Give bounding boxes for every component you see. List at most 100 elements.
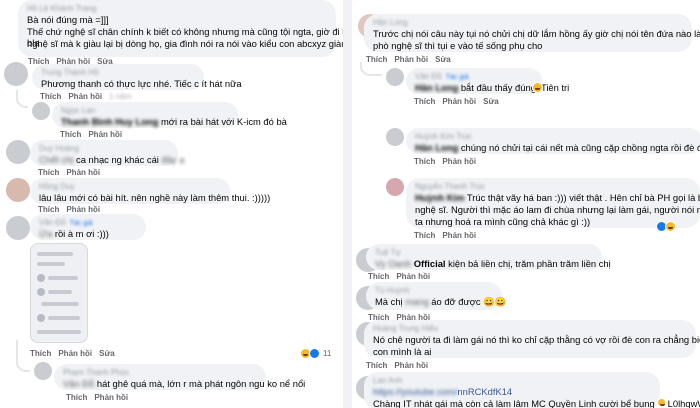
like-button[interactable]: Thích	[38, 205, 59, 214]
comment-actions: Thích Phản hồi	[66, 393, 135, 402]
like-button[interactable]: Thích	[414, 231, 435, 240]
avatar[interactable]	[34, 362, 52, 380]
comment-bubble: Tuệ Tự Vy Oanh Official kiện bả liền chị…	[366, 244, 611, 270]
comment-bubble: Vân Đỗ Tác giả Hân Long bắt đầu thấy đúng…	[406, 68, 569, 94]
comment-actions: Thích Phản hồi	[366, 361, 435, 370]
like-button[interactable]: Thích	[66, 393, 87, 402]
mention-link[interactable]: Huỳnh Kim	[415, 192, 464, 203]
comment-bubble: Tú Huỳnh Mà chị mang áo đỡ được 😀😀	[366, 282, 507, 310]
reply-connector	[16, 90, 28, 108]
reply-connector	[360, 62, 382, 76]
like-button[interactable]: Thích	[414, 157, 435, 166]
commenter-name[interactable]: Hồ Lệ Khánh Trang	[27, 4, 327, 14]
mention-link[interactable]: Official	[414, 258, 446, 269]
reply-button[interactable]: Phản hồi	[442, 97, 476, 106]
laugh-reaction-icon	[532, 82, 543, 93]
comment-text: bắt đầu thấy đúng. Tiên tri	[460, 82, 570, 93]
reaction-summary[interactable]: 11	[300, 348, 331, 359]
commenter-name[interactable]: Lan Anh	[373, 376, 651, 386]
comment-bubble: Trung Thành Hồ Phương thanh có thực lực …	[32, 64, 242, 90]
attached-screenshot[interactable]	[30, 243, 88, 343]
comment-text: bla	[27, 37, 40, 48]
comment-text: Phương thanh có thực lực nhé. Tiếc c ít …	[41, 78, 242, 89]
avatar[interactable]	[6, 140, 30, 164]
commenter-name[interactable]: Nguyễn Thanh Trúc	[415, 182, 691, 192]
comment-text: kiện bả liền chị, trăm phần trăm liền ch…	[445, 258, 611, 269]
comment-text: Thế chứ nghệ sĩ chân chính k biết có khô…	[27, 26, 343, 37]
blurred-link[interactable]: https://youtube.com/	[373, 386, 457, 397]
comment-actions: Thích Phản hồi	[38, 205, 107, 214]
link-text[interactable]: nnRCKdfK14	[457, 386, 512, 397]
commenter-name[interactable]: Hoàng Trung Hiếu	[373, 324, 687, 334]
reaction-summary[interactable]	[656, 221, 676, 232]
comment-text: chúng nó chửi tại cái nết mà cũng cặp ch…	[460, 142, 700, 153]
edit-button[interactable]: Sửa	[483, 97, 499, 106]
comment-actions: Thích Phản hồi	[38, 168, 107, 177]
comment-text: mới ra bài hát với K-icm đó bà	[158, 116, 287, 127]
blurred-text: mang	[405, 296, 429, 307]
commenter-name[interactable]: Trung Thành Hồ	[41, 68, 195, 78]
comment-text: ta nhưng hoá ra mình cũng chả khác gì :)…	[415, 216, 591, 227]
mention-link[interactable]: Hân Long	[415, 142, 458, 153]
reply-button[interactable]: Phản hồi	[94, 393, 128, 402]
comment-text: hát ghê quá mà, lớn r mà phát ngôn ngu k…	[96, 378, 306, 389]
reply-button[interactable]: Phản hồi	[88, 130, 122, 139]
avatar[interactable]	[386, 128, 404, 146]
commenter-name[interactable]: Hân Long	[373, 18, 683, 28]
mention-link[interactable]: Thanh Bình Huy Long	[61, 116, 158, 127]
comment-text: Mà chị	[375, 296, 403, 307]
edit-button[interactable]: Sửa	[435, 55, 451, 64]
commenter-name[interactable]: Vân Đỗ	[39, 218, 66, 227]
blurred-text: Ừa	[39, 228, 53, 239]
reply-button[interactable]: Phản hồi	[394, 361, 428, 370]
avatar[interactable]	[32, 102, 50, 120]
comment-bubble: Hồng Duy lâu lâu mới có bài hít. nên ngh…	[30, 178, 271, 204]
comment-text: Chàng IT nhát gái mà còn cả làm lâm MC Q…	[373, 398, 655, 408]
reply-button[interactable]: Phản hồi	[68, 92, 102, 101]
reply-button[interactable]: Phản hồi	[442, 231, 476, 240]
avatar[interactable]	[4, 62, 28, 86]
commenter-name[interactable]: Duy Hoàng	[39, 144, 169, 154]
comment-time[interactable]: 1 năm	[109, 92, 131, 101]
like-button[interactable]: Thích	[60, 130, 81, 139]
comment-actions: Thích Phản hồi	[414, 157, 483, 166]
commenter-name[interactable]: Tú Huỳnh	[375, 286, 493, 296]
comment-text: L0lhqwW	[667, 398, 700, 408]
panel-divider	[343, 0, 352, 408]
edit-button[interactable]: Sửa	[99, 349, 115, 358]
reply-button[interactable]: Phản hồi	[396, 272, 430, 281]
avatar[interactable]	[6, 178, 30, 202]
comment-text: áo đỡ được 😀😀	[431, 296, 507, 307]
comment-text: lâu lâu mới có bài hít. nên nghề này làm…	[39, 192, 271, 203]
reaction-summary[interactable]	[532, 82, 543, 93]
comment-text: Trúc thật vãy há ban :))) viết thật . Hê…	[464, 192, 700, 203]
like-button[interactable]: Thích	[366, 361, 387, 370]
avatar[interactable]	[386, 68, 404, 86]
comment-bubble: Huỳnh Kim Trúc Hân Long chúng nó chửi tạ…	[406, 128, 700, 154]
commenter-name[interactable]: Phạm Thanh Phúc	[63, 368, 257, 378]
avatar[interactable]	[6, 216, 30, 240]
mention-link[interactable]: Hân Long	[415, 82, 458, 93]
commenter-name[interactable]: Tuệ Tự	[375, 248, 593, 258]
like-button[interactable]: Thích	[30, 349, 51, 358]
comment-bubble: Ngọc Lan Thanh Bình Huy Long mới ra bài …	[52, 102, 287, 128]
commenter-name[interactable]: Ngọc Lan	[61, 106, 229, 116]
comment-actions: Thích Phản hồi Sửa	[30, 349, 122, 358]
commenter-name[interactable]: Hồng Duy	[39, 182, 221, 192]
commenter-name[interactable]: Vân Đỗ	[415, 72, 442, 81]
commenter-name[interactable]: Huỳnh Kim Trúc	[415, 132, 693, 142]
reply-button[interactable]: Phản hồi	[442, 157, 476, 166]
reply-button[interactable]: Phản hồi	[394, 55, 428, 64]
comment-text: Trước chị nói câu này tụi nó chửi chị dữ…	[373, 28, 700, 39]
avatar[interactable]	[386, 178, 404, 196]
like-button[interactable]: Thích	[368, 272, 389, 281]
reply-button[interactable]: Phản hồi	[66, 168, 100, 177]
blurred-text: Vân Đỗ	[63, 378, 95, 389]
like-button[interactable]: Thích	[414, 97, 435, 106]
blurred-text: Vy Oanh	[375, 258, 412, 269]
comment-bubble: Hân Long Trước chị nói câu này tụi nó ch…	[364, 14, 700, 52]
like-button[interactable]: Thích	[38, 168, 59, 177]
reply-button[interactable]: Phản hồi	[66, 205, 100, 214]
reply-button[interactable]: Phản hồi	[58, 349, 92, 358]
like-button[interactable]: Thích	[40, 92, 61, 101]
